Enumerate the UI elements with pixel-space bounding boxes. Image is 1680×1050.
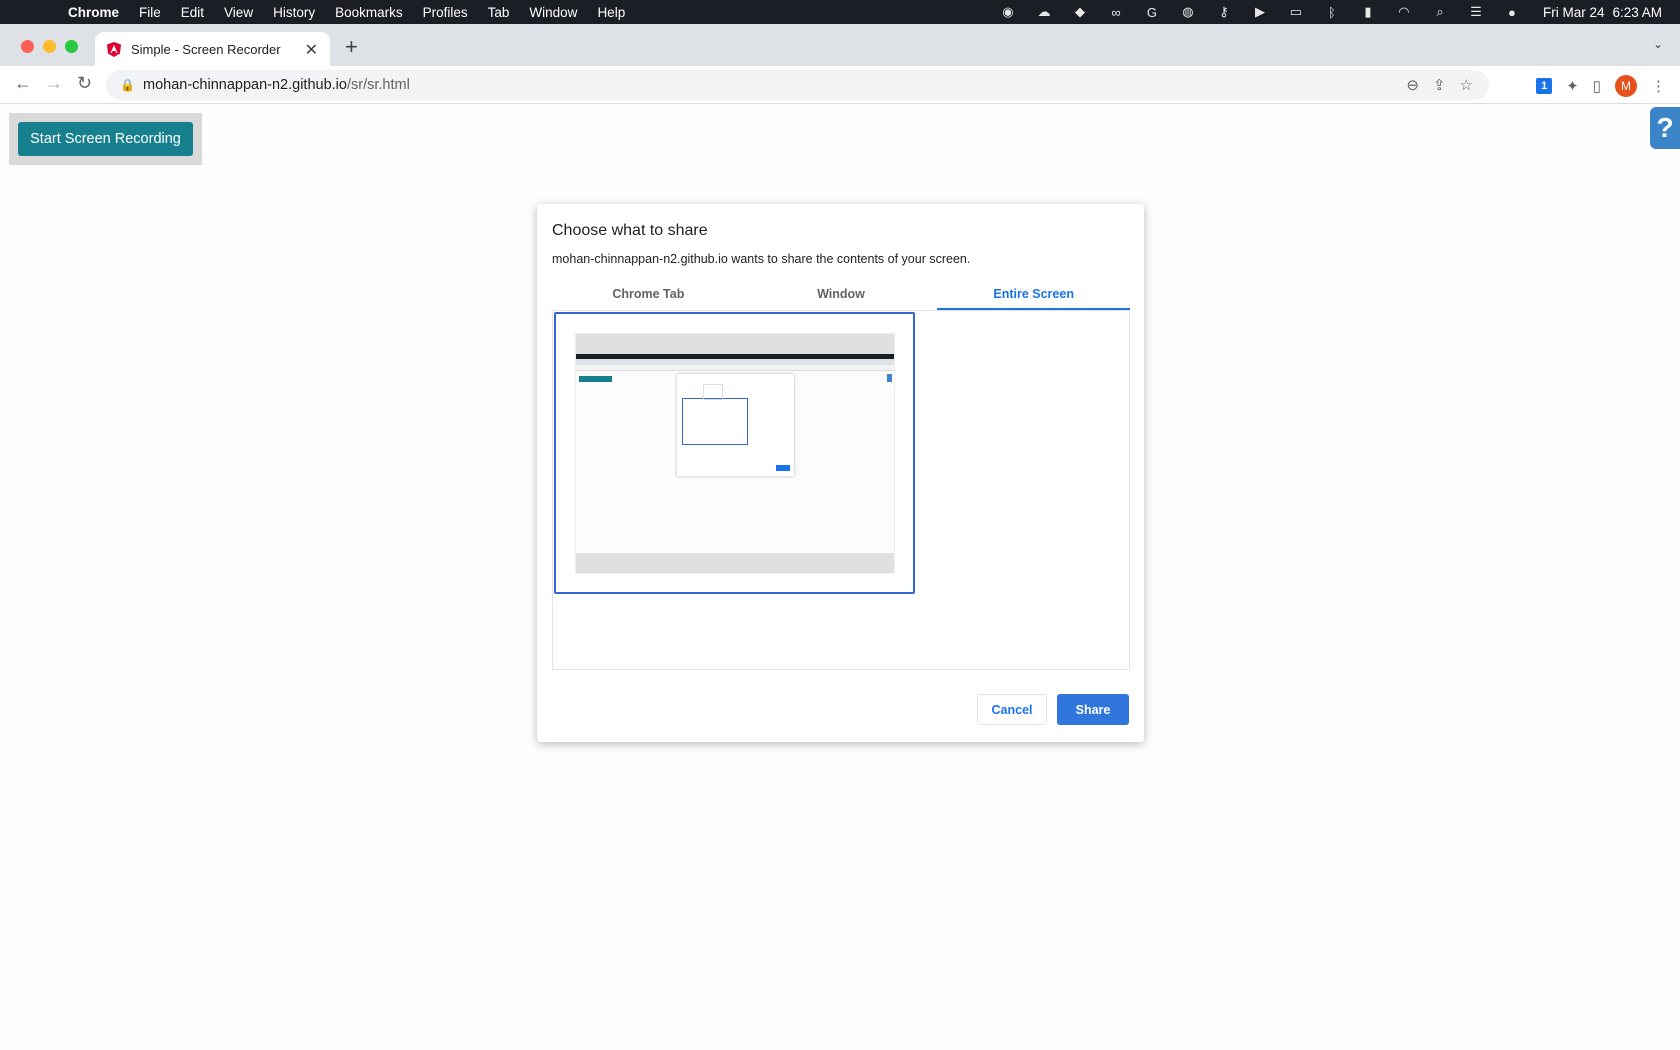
- menu-profiles[interactable]: Profiles: [423, 5, 468, 20]
- elephant-icon[interactable]: ◆: [1071, 4, 1089, 19]
- menubar-date: Fri Mar 24: [1542, 4, 1605, 20]
- key-icon[interactable]: ⚷: [1215, 4, 1233, 19]
- back-icon[interactable]: ←: [14, 73, 32, 94]
- share-page-icon[interactable]: ⇪: [1433, 76, 1446, 94]
- tab-search-chevron-icon[interactable]: ⌄: [1653, 37, 1663, 51]
- screen-preview-image: [575, 333, 895, 574]
- menu-file[interactable]: File: [139, 5, 161, 20]
- share-screen-dialog: Choose what to share mohan-chinnappan-n2…: [537, 204, 1144, 742]
- dialog-actions: Cancel Share: [977, 694, 1129, 725]
- status-area: ◉ ☁ ◆ ∞ G ◍ ⚷ ▶ ▭ ᛒ ▮ ◠ ⌕ ☰ ● Fri Mar 24…: [999, 0, 1662, 24]
- search-icon[interactable]: ⌕: [1431, 4, 1449, 19]
- menu-history[interactable]: History: [273, 5, 315, 20]
- share-source-tabs: Chrome Tab Window Entire Screen: [552, 279, 1131, 310]
- play-icon[interactable]: ▶: [1251, 4, 1269, 19]
- menu-window[interactable]: Window: [529, 5, 577, 20]
- zoom-window-button[interactable]: [65, 40, 78, 53]
- record-button-container: Start Screen Recording: [9, 113, 202, 165]
- siri-icon[interactable]: ●: [1503, 5, 1521, 20]
- browser-tab[interactable]: Simple - Screen Recorder ✕: [95, 32, 330, 66]
- tab-chrome-tab[interactable]: Chrome Tab: [552, 279, 745, 310]
- window-controls: [21, 40, 78, 53]
- angular-favicon-icon: [107, 41, 121, 57]
- menu-tab[interactable]: Tab: [488, 5, 510, 20]
- macos-menubar: Chrome File Edit View History Bookmarks …: [0, 0, 1680, 24]
- share-button[interactable]: Share: [1057, 694, 1129, 725]
- menu-bookmarks[interactable]: Bookmarks: [335, 5, 403, 20]
- url-path: /sr/sr.html: [346, 77, 410, 93]
- chrome-menu-icon[interactable]: ⋮: [1651, 77, 1666, 95]
- tab-title: Simple - Screen Recorder: [131, 41, 281, 57]
- cancel-button[interactable]: Cancel: [977, 694, 1047, 725]
- start-screen-recording-button[interactable]: Start Screen Recording: [18, 122, 193, 156]
- menubar-clock[interactable]: Fri Mar 24 6:23 AM: [1543, 5, 1662, 20]
- browser-tab-strip: Simple - Screen Recorder ✕ + ⌄: [0, 24, 1680, 66]
- browser-toolbar: ← → ↻ 🔒 mohan-chinnappan-n2.github.io /s…: [0, 66, 1680, 104]
- globe-icon[interactable]: ◍: [1179, 4, 1197, 19]
- screen-list-panel: [552, 310, 1130, 670]
- dialog-subtitle: mohan-chinnappan-n2.github.io wants to s…: [552, 252, 971, 266]
- close-tab-icon[interactable]: ✕: [305, 40, 318, 60]
- lock-icon[interactable]: 🔒: [120, 78, 135, 92]
- help-button[interactable]: ?: [1650, 107, 1680, 149]
- new-tab-icon[interactable]: +: [345, 34, 358, 60]
- menu-help[interactable]: Help: [597, 5, 625, 20]
- profile-avatar[interactable]: M: [1615, 75, 1637, 97]
- url-host: mohan-chinnappan-n2.github.io: [143, 77, 347, 93]
- menu-app-name[interactable]: Chrome: [68, 5, 119, 20]
- battery-icon[interactable]: ▮: [1359, 4, 1377, 19]
- tab-entire-screen[interactable]: Entire Screen: [937, 279, 1131, 310]
- control-center-icon[interactable]: ☰: [1467, 4, 1485, 19]
- page-content: Start Screen Recording ? Choose what to …: [0, 104, 1680, 1050]
- menu-edit[interactable]: Edit: [181, 5, 204, 20]
- bookmark-star-icon[interactable]: ☆: [1460, 76, 1473, 94]
- zoom-icon[interactable]: ⊖: [1406, 76, 1419, 94]
- reload-icon[interactable]: ↻: [77, 73, 92, 94]
- tab-window[interactable]: Window: [745, 279, 938, 310]
- recording-status-icon[interactable]: ◉: [999, 4, 1017, 19]
- grammarly-icon[interactable]: G: [1143, 5, 1161, 20]
- address-bar[interactable]: 🔒 mohan-chinnappan-n2.github.io /sr/sr.h…: [106, 70, 1489, 100]
- screen-icon[interactable]: ▭: [1287, 4, 1305, 19]
- bluetooth-icon[interactable]: ᛒ: [1323, 5, 1341, 20]
- extension-area: 1 ✦ ▯ M ⋮: [1536, 75, 1666, 97]
- menubar-time: 6:23 AM: [1612, 4, 1662, 20]
- link-icon[interactable]: ∞: [1107, 5, 1125, 20]
- dialog-title: Choose what to share: [552, 222, 708, 239]
- close-window-button[interactable]: [21, 40, 34, 53]
- minimize-window-button[interactable]: [43, 40, 56, 53]
- cloud-icon[interactable]: ☁: [1035, 4, 1053, 19]
- extensions-puzzle-icon[interactable]: ✦: [1566, 77, 1579, 95]
- menu-view[interactable]: View: [224, 5, 253, 20]
- side-panel-icon[interactable]: ▯: [1593, 77, 1601, 95]
- entire-screen-thumbnail[interactable]: [554, 312, 915, 594]
- password-manager-extension-icon[interactable]: 1: [1536, 78, 1553, 94]
- wifi-icon[interactable]: ◠: [1395, 4, 1413, 19]
- omnibox-actions: ⊖ ⇪ ☆: [1406, 70, 1473, 100]
- forward-icon[interactable]: →: [45, 73, 63, 94]
